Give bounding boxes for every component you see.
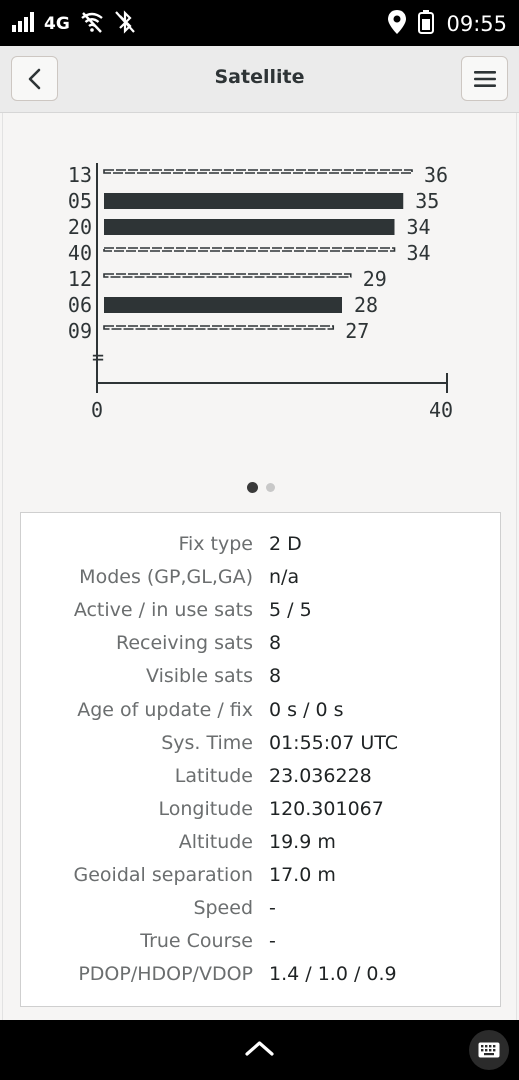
info-row: Receiving sats 8 — [21, 627, 502, 660]
info-label: Longitude — [158, 797, 254, 820]
satellite-id-label: 05 — [68, 189, 92, 213]
menu-button[interactable] — [461, 56, 508, 101]
info-value: 2 D — [269, 533, 302, 555]
status-bar: 4G 09:55 — [0, 0, 519, 46]
info-value: 5 / 5 — [269, 599, 312, 622]
snr-bar-visible — [103, 247, 396, 252]
info-label: Speed — [193, 897, 253, 920]
info-value: n/a — [269, 566, 300, 589]
info-label: Latitude — [174, 764, 253, 787]
snr-value-label: 27 — [345, 319, 369, 343]
info-label: Visible sats — [146, 665, 253, 688]
header-bar: Satellite — [0, 46, 519, 113]
info-value: 01:55:07 UTC — [269, 731, 399, 754]
bottom-bar — [0, 1020, 519, 1080]
empty-row-marker: = — [92, 345, 104, 369]
snr-bar-in-use — [104, 193, 404, 209]
info-row: Speed - — [21, 892, 502, 925]
location-icon — [388, 10, 407, 38]
info-value: 120.301067 — [269, 797, 384, 820]
snr-bar-visible — [103, 169, 413, 174]
info-value: 0 s / 0 s — [269, 698, 344, 721]
snr-bar-visible — [103, 273, 352, 278]
content-area: 13 36 05 35 20 34 40 34 12 29 06 28 09 27 = 0 40 Fix typ… — [2, 113, 517, 1020]
page-title: Satellite — [214, 66, 305, 88]
info-row: Altitude 19.9 m — [21, 826, 502, 859]
info-row: Longitude 120.301067 — [21, 793, 502, 826]
satellite-id-label: 20 — [68, 215, 92, 239]
snr-value-label: 34 — [407, 215, 431, 239]
satellite-id-label: 12 — [68, 267, 92, 291]
snr-value-label: 34 — [407, 241, 431, 265]
info-row: Modes (GP,GL,GA) n/a — [21, 561, 502, 594]
snr-value-label: 29 — [363, 267, 387, 291]
clock: 09:55 — [446, 12, 507, 36]
info-value: 17.0 m — [269, 864, 336, 886]
snr-value-label: 36 — [424, 163, 448, 187]
x-tick-label: 40 — [429, 398, 453, 422]
info-label: Receiving sats — [115, 632, 253, 655]
info-label: Active / in use sats — [73, 599, 253, 622]
page-dot-1[interactable] — [246, 482, 258, 493]
bluetooth-off-icon — [114, 10, 136, 38]
info-row: True Course - — [21, 925, 502, 958]
x-tick-label: 0 — [91, 398, 103, 422]
network-type: 4G — [44, 14, 70, 34]
info-label: Geoidal separation — [73, 864, 253, 886]
info-value: 8 — [269, 632, 282, 655]
keyboard-icon — [478, 1042, 500, 1058]
satellite-id-label: 06 — [68, 293, 92, 317]
info-value: - — [269, 897, 276, 920]
snr-bar-in-use — [104, 297, 342, 313]
chevron-up-icon[interactable] — [244, 1038, 275, 1058]
info-row: Sys. Time 01:55:07 UTC — [21, 727, 502, 760]
page-dot-2[interactable] — [265, 483, 275, 492]
info-row: PDOP/HDOP/VDOP 1.4 / 1.0 / 0.9 — [21, 958, 502, 991]
info-label: Sys. Time — [161, 731, 253, 754]
info-row: Visible sats 8 — [21, 660, 502, 693]
page-indicator — [3, 477, 518, 496]
info-row: Fix type 2 D — [21, 528, 502, 561]
satellite-id-label: 13 — [68, 163, 92, 187]
hamburger-icon — [473, 70, 496, 87]
satellite-snr-chart[interactable]: 13 36 05 35 20 34 40 34 12 29 06 28 09 27 = 0 40 — [3, 113, 518, 443]
info-row: Active / in use sats 5 / 5 — [21, 594, 502, 627]
info-label: Modes (GP,GL,GA) — [79, 566, 253, 589]
signal-icon — [12, 12, 34, 36]
info-card: Fix type 2 D Modes (GP,GL,GA) n/a Active / i… — [20, 512, 501, 1007]
info-label: PDOP/HDOP/VDOP — [78, 963, 253, 986]
info-value: 23.036228 — [269, 764, 372, 787]
status-right: 09:55 — [388, 10, 507, 38]
info-value: 1.4 / 1.0 / 0.9 — [269, 963, 397, 986]
info-label: Fix type — [178, 533, 253, 555]
snr-bar-in-use — [104, 219, 395, 235]
satellite-id-label: 09 — [68, 319, 92, 343]
satellite-id-label: 40 — [68, 241, 92, 265]
wifi-off-icon — [80, 11, 104, 37]
snr-value-label: 28 — [354, 293, 378, 317]
status-left: 4G — [12, 10, 136, 38]
info-value: 8 — [269, 665, 282, 688]
snr-value-label: 35 — [415, 189, 439, 213]
info-label: True Course — [140, 930, 253, 953]
snr-bar-visible — [103, 325, 335, 330]
info-value: - — [269, 930, 276, 953]
keyboard-button[interactable] — [469, 1030, 509, 1070]
info-label: Age of update / fix — [77, 698, 253, 721]
info-row: Age of update / fix 0 s / 0 s — [21, 694, 502, 727]
battery-icon — [418, 10, 435, 38]
info-row: Geoidal separation 17.0 m — [21, 859, 502, 892]
info-row: Latitude 23.036228 — [21, 760, 502, 793]
info-label: Altitude — [178, 830, 253, 853]
info-value: 19.9 m — [269, 830, 336, 853]
